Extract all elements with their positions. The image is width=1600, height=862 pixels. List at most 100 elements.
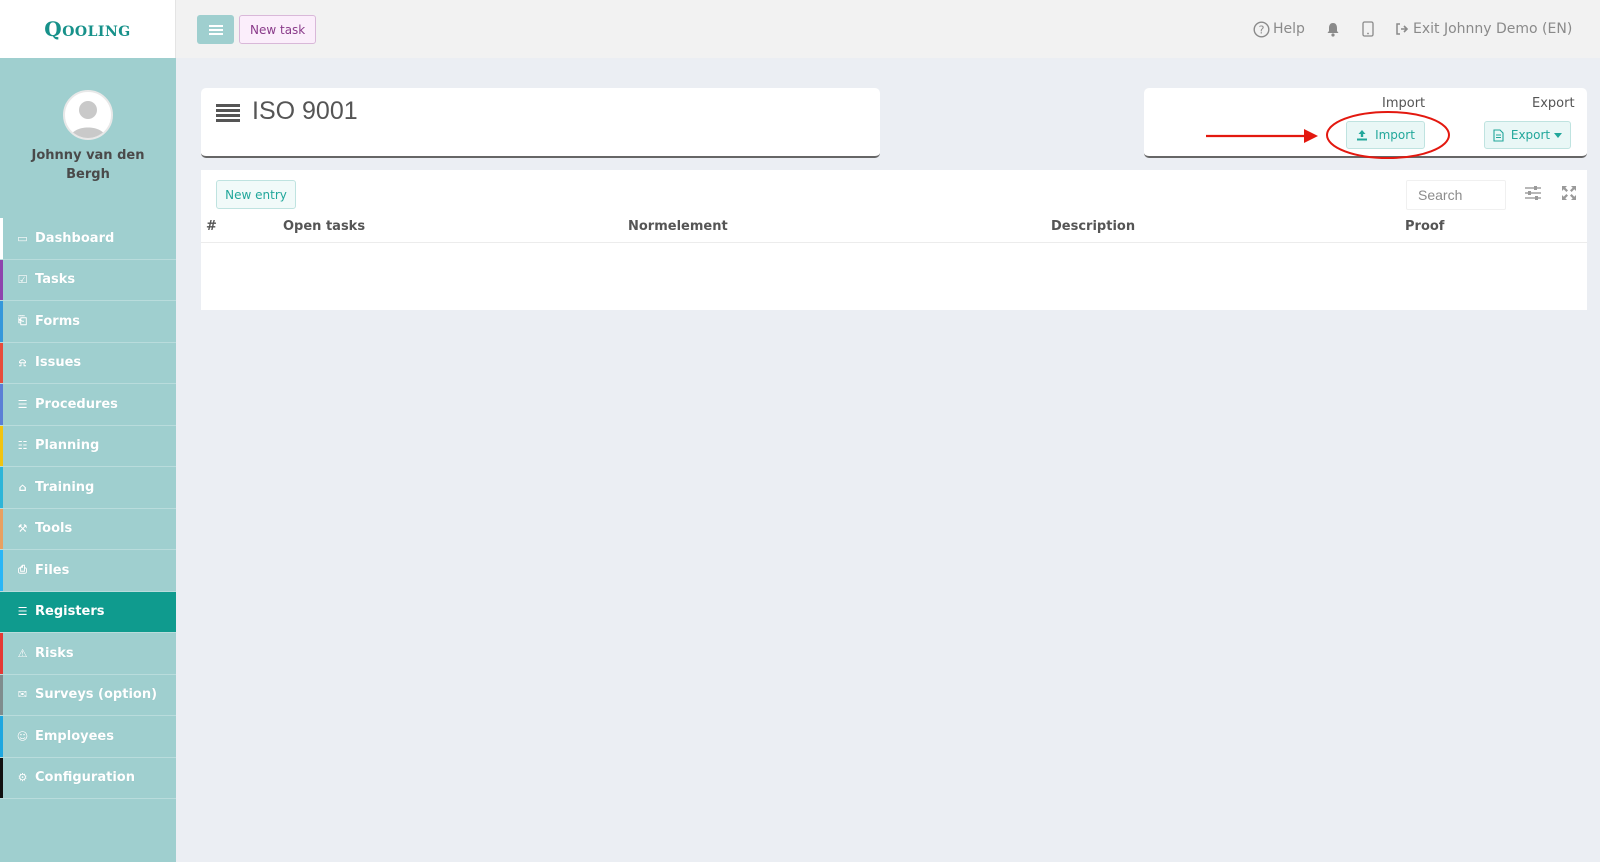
calendar-check-icon: ☷ bbox=[17, 439, 28, 453]
avatar[interactable] bbox=[63, 90, 113, 140]
warning-icon: ⚠ bbox=[17, 646, 28, 660]
file-icon: ⎙ bbox=[18, 563, 27, 577]
document-icon bbox=[1493, 128, 1504, 142]
sidebar-item-risks[interactable]: ⚠ Risks bbox=[0, 633, 176, 675]
export-button-label: Export bbox=[1510, 128, 1551, 142]
logo[interactable]: Qooling bbox=[0, 0, 176, 58]
notifications-button[interactable] bbox=[1326, 18, 1340, 40]
monitor-icon: ▭ bbox=[17, 231, 28, 245]
sidebar-item-training[interactable]: ⌂ Training bbox=[0, 467, 176, 509]
new-entry-button[interactable]: New entry bbox=[216, 180, 296, 209]
annotation-arrow-head bbox=[1304, 129, 1318, 143]
sidebar-item-color-stripe bbox=[0, 716, 3, 757]
column-header-proof[interactable]: Proof bbox=[1405, 219, 1444, 234]
sidebar-item-label: Training bbox=[35, 479, 95, 495]
sidebar-item-label: Planning bbox=[35, 438, 100, 454]
sidebar-item-surveys-option[interactable]: ✉ Surveys (option) bbox=[0, 674, 176, 716]
sidebar-item-label: Employees bbox=[35, 728, 114, 744]
caret-down-icon bbox=[1554, 132, 1563, 138]
register-table-card bbox=[201, 170, 1587, 310]
help-icon: ? bbox=[1253, 20, 1270, 38]
sidebar-item-color-stripe bbox=[0, 508, 3, 549]
tablet-icon bbox=[1362, 21, 1374, 37]
export-dropdown-button[interactable]: Export bbox=[1484, 121, 1571, 149]
tablet-button[interactable] bbox=[1362, 18, 1374, 40]
bell-icon bbox=[1327, 22, 1339, 37]
sidebar-item-label: Files bbox=[35, 562, 70, 578]
topbar bbox=[176, 0, 1600, 58]
list-alt-icon: ☰ bbox=[17, 397, 28, 411]
logo-text: Qooling bbox=[44, 17, 131, 41]
column-header-description[interactable]: Description bbox=[1051, 219, 1135, 234]
annotation-overlay bbox=[1206, 111, 1450, 159]
graduation-cap-icon: ⌂ bbox=[18, 480, 27, 494]
sidebar-item-forms[interactable]: ⎗ Forms bbox=[0, 301, 176, 343]
sliders-icon[interactable] bbox=[1524, 185, 1542, 201]
sidebar-item-label: Risks bbox=[35, 645, 74, 661]
page-title: ISO 9001 bbox=[252, 97, 358, 125]
page-header-card: ISO 9001 bbox=[201, 88, 880, 158]
sidebar: Qooling Johnny van den Bergh ▭ Dashboard ☑… bbox=[0, 0, 176, 862]
sidebar-item-planning[interactable]: ☷ Planning bbox=[0, 425, 176, 467]
user-profile: Johnny van den Bergh bbox=[0, 58, 176, 218]
sidebar-item-color-stripe bbox=[0, 757, 3, 798]
column-header-number[interactable]: # bbox=[206, 219, 217, 234]
register-list-icon bbox=[216, 104, 240, 122]
sidebar-item-tasks[interactable]: ☑ Tasks bbox=[0, 259, 176, 301]
svg-text:?: ? bbox=[1259, 23, 1265, 36]
menu-toggle-button[interactable] bbox=[197, 15, 234, 44]
sidebar-item-color-stripe bbox=[0, 591, 3, 632]
sidebar-item-color-stripe bbox=[0, 301, 3, 342]
sidebar-item-label: Tasks bbox=[35, 272, 76, 288]
sidebar-item-label: Tools bbox=[35, 521, 73, 537]
sidebar-item-color-stripe bbox=[0, 342, 3, 383]
new-task-button[interactable]: New task bbox=[239, 15, 317, 44]
sidebar-item-configuration[interactable]: ⚙ Configuration bbox=[0, 757, 176, 799]
sidebar-item-label: Dashboard bbox=[35, 230, 115, 246]
sidebar-item-color-stripe bbox=[0, 633, 3, 674]
sidebar-item-color-stripe bbox=[0, 550, 3, 591]
exit-label: Exit Johnny Demo (EN) bbox=[1413, 21, 1573, 37]
sidebar-item-procedures[interactable]: ☰ Procedures bbox=[0, 384, 176, 426]
sidebar-item-label: Surveys (option) bbox=[35, 687, 158, 703]
search-input[interactable] bbox=[1406, 180, 1506, 210]
sign-out-icon bbox=[1396, 23, 1409, 35]
gear-icon: ⚙ bbox=[17, 771, 28, 785]
sidebar-item-color-stripe bbox=[0, 425, 3, 466]
sidebar-item-employees[interactable]: ☺ Employees bbox=[0, 716, 176, 758]
export-heading: Export bbox=[1532, 96, 1575, 111]
chat-icon: ✉ bbox=[17, 688, 28, 702]
sidebar-item-color-stripe bbox=[0, 674, 3, 715]
sidebar-item-tools[interactable]: ⚒ Tools bbox=[0, 508, 176, 550]
wrench-icon: ⚒ bbox=[17, 522, 28, 536]
sidebar-item-registers[interactable]: ☰ Registers bbox=[0, 591, 176, 633]
annotation-ellipse bbox=[1326, 111, 1450, 159]
help-link[interactable]: ? Help bbox=[1253, 18, 1305, 40]
user-silhouette-icon bbox=[70, 101, 106, 138]
check-square-icon: ☑ bbox=[17, 273, 28, 287]
sidebar-item-label: Procedures bbox=[35, 396, 118, 412]
sidebar-item-issues[interactable]: ⍾ Issues bbox=[0, 342, 176, 384]
users-icon: ☺ bbox=[16, 729, 29, 743]
user-name: Johnny van den Bergh bbox=[31, 148, 145, 182]
sidebar-item-dashboard[interactable]: ▭ Dashboard bbox=[0, 218, 176, 260]
column-header-open-tasks[interactable]: Open tasks bbox=[283, 219, 365, 234]
expand-icon[interactable] bbox=[1561, 185, 1577, 201]
document-icon: ⎗ bbox=[18, 314, 27, 328]
list-icon: ☰ bbox=[17, 605, 28, 619]
sidebar-nav: ▭ Dashboard ☑ Tasks ⎗ Forms ⍾ Issues ☰ Procedures… bbox=[0, 218, 176, 799]
table-header-divider bbox=[201, 242, 1587, 243]
sidebar-item-files[interactable]: ⎙ Files bbox=[0, 550, 176, 592]
sidebar-item-label: Registers bbox=[35, 604, 105, 620]
sidebar-item-label: Issues bbox=[35, 355, 82, 371]
help-label: Help bbox=[1273, 21, 1305, 37]
exit-demo-link[interactable]: Exit Johnny Demo (EN) bbox=[1395, 18, 1572, 40]
bell-icon: ⍾ bbox=[18, 355, 27, 369]
sidebar-item-color-stripe bbox=[0, 384, 3, 425]
hamburger-icon bbox=[208, 24, 223, 35]
column-header-normelement[interactable]: Normelement bbox=[628, 219, 728, 234]
sidebar-item-color-stripe bbox=[0, 218, 3, 259]
sidebar-item-label: Configuration bbox=[35, 770, 135, 786]
sidebar-item-color-stripe bbox=[0, 467, 3, 508]
sidebar-item-color-stripe bbox=[0, 259, 3, 300]
